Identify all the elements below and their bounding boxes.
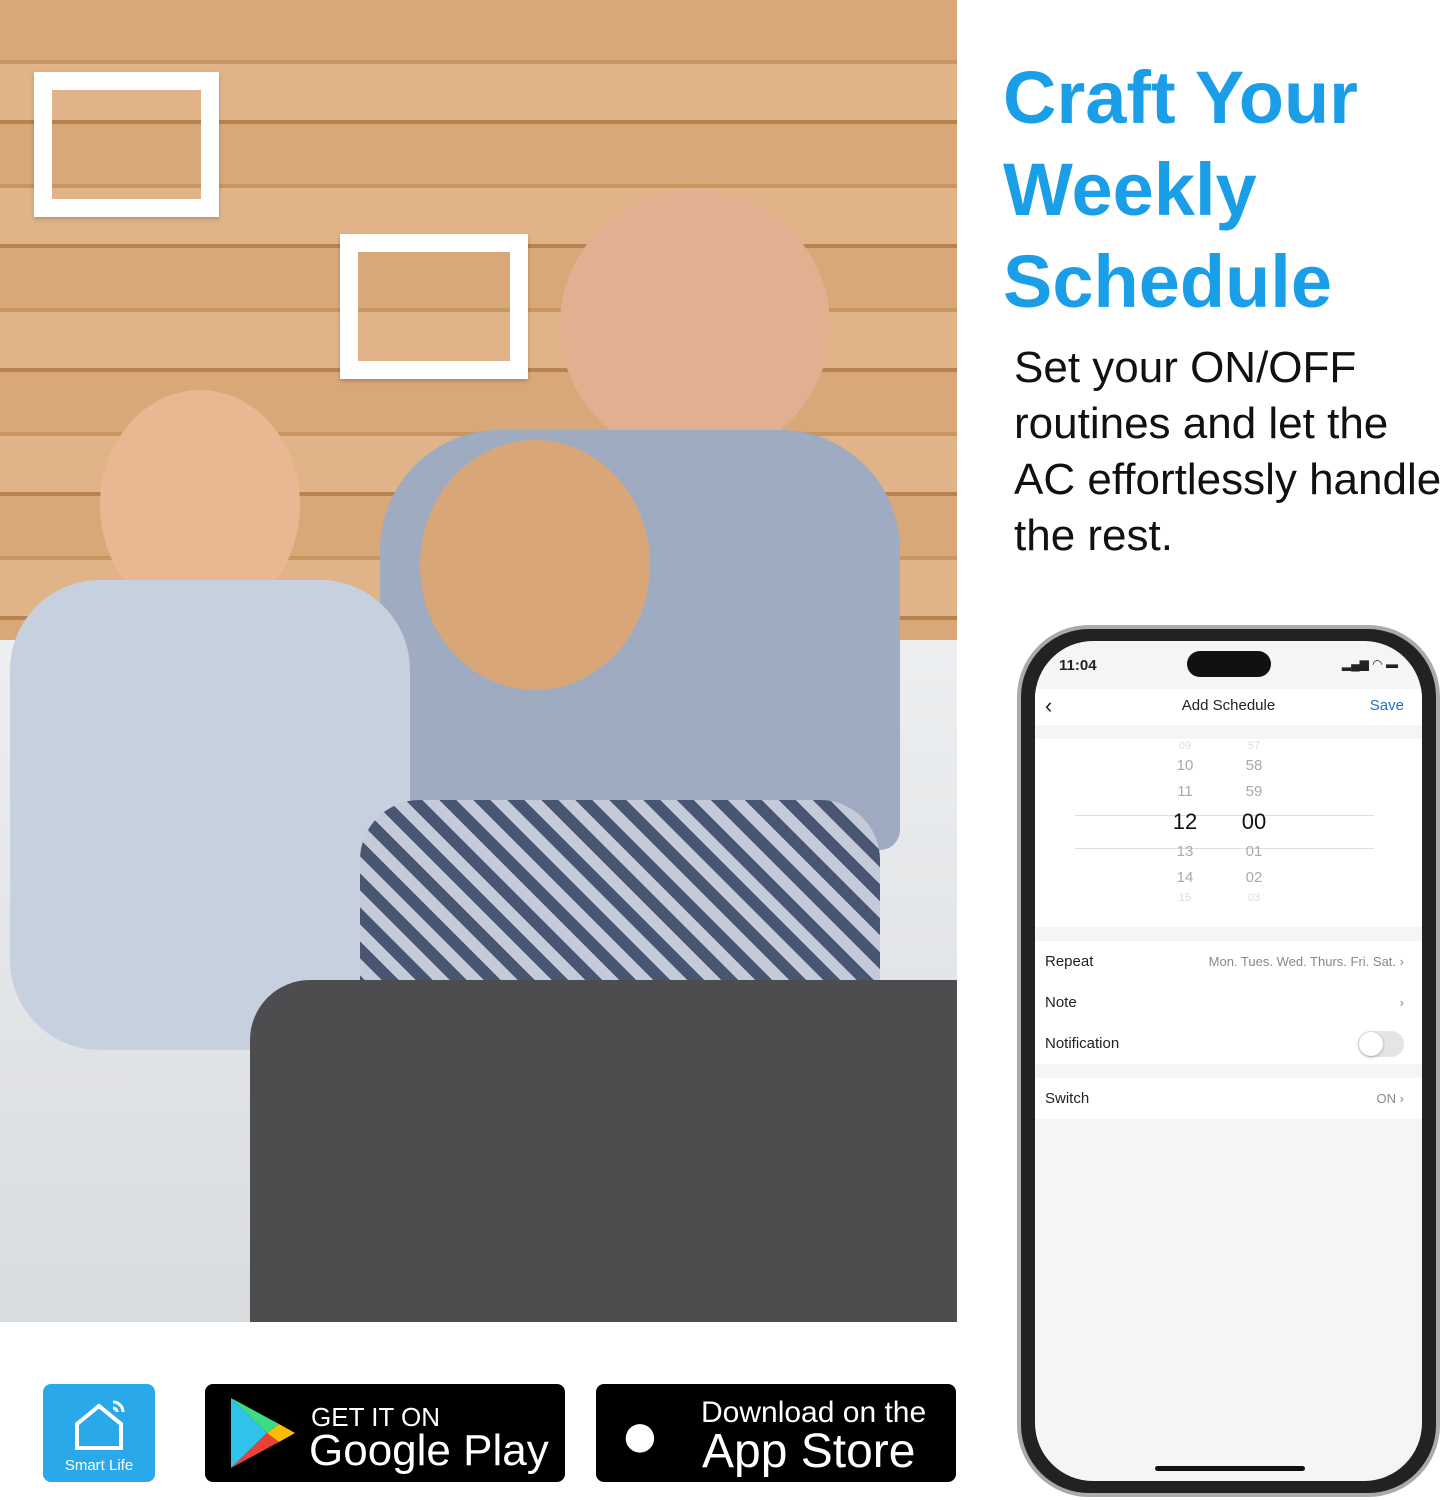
switch-value: ON	[1376, 1091, 1397, 1106]
repeat-value: Mon. Tues. Wed. Thurs. Fri. Sat.	[1208, 954, 1397, 969]
minute-option: 57	[1247, 740, 1261, 752]
app-store-badge[interactable]: ● Download on the App Store	[596, 1384, 956, 1482]
status-icons: ▂▄▆ ◠ ▬	[1341, 657, 1398, 671]
minute-option: 58	[1245, 757, 1263, 774]
phone-screen: 11:04 ▂▄▆ ◠ ▬ ‹ Add Schedule Save 09 10 …	[1035, 641, 1422, 1481]
note-row[interactable]: Note ›	[1035, 982, 1422, 1023]
minute-wheel[interactable]: 57 58 59 00 01 02 03	[1229, 739, 1279, 905]
hour-wheel[interactable]: 09 10 11 12 13 14 15	[1160, 739, 1210, 905]
family-photo	[0, 0, 957, 1322]
row-label: Notification	[1045, 1035, 1120, 1052]
headline-line: Schedule	[1003, 240, 1332, 323]
picker-selection-band	[1075, 815, 1374, 849]
hour-option: 13	[1176, 843, 1194, 860]
hour-selected: 12	[1172, 809, 1198, 834]
screen-title: Add Schedule	[1181, 697, 1276, 714]
repeat-row[interactable]: Repeat Mon. Tues. Wed. Thurs. Fri. Sat. ›	[1035, 941, 1422, 982]
chevron-right-icon: ›	[1399, 954, 1404, 969]
dynamic-island	[1187, 651, 1271, 677]
hour-option: 09	[1178, 740, 1192, 752]
hour-option: 10	[1176, 757, 1194, 774]
notification-toggle[interactable]	[1358, 1031, 1404, 1057]
settings-group: Repeat Mon. Tues. Wed. Thurs. Fri. Sat. ›…	[1035, 941, 1422, 1064]
status-time: 11:04	[1059, 657, 1097, 674]
blanket	[250, 980, 957, 1322]
row-label: Switch	[1045, 1090, 1090, 1107]
hour-option: 15	[1178, 892, 1192, 904]
chevron-right-icon: ›	[1399, 1091, 1404, 1106]
smart-life-label: Smart Life	[64, 1457, 134, 1474]
minute-selected: 00	[1241, 809, 1267, 834]
google-play-badge[interactable]: GET IT ON Google Play	[205, 1384, 565, 1482]
apple-icon: ●	[620, 1397, 660, 1471]
home-indicator	[1155, 1466, 1305, 1471]
house-wifi-icon	[75, 1400, 125, 1450]
headline-line: Craft Your	[1003, 56, 1358, 139]
headline: Craft Your Weekly Schedule	[1003, 52, 1358, 328]
woman-figure	[420, 440, 650, 690]
switch-group: Switch ON ›	[1035, 1078, 1422, 1119]
row-label: Repeat	[1045, 953, 1094, 970]
chevron-right-icon: ›	[1399, 995, 1404, 1010]
minute-option: 59	[1245, 783, 1263, 800]
row-label: Note	[1045, 994, 1077, 1011]
phone-mockup: 11:04 ▂▄▆ ◠ ▬ ‹ Add Schedule Save 09 10 …	[1017, 625, 1440, 1497]
save-button[interactable]: Save	[1370, 697, 1404, 714]
minute-option: 02	[1245, 869, 1263, 886]
wall-frame	[34, 72, 219, 217]
headline-line: Weekly	[1003, 148, 1257, 231]
minute-option: 01	[1245, 843, 1263, 860]
apple-main-text: App Store	[702, 1425, 916, 1478]
wall-frame	[340, 234, 528, 379]
minute-option: 03	[1247, 892, 1261, 904]
google-play-icon	[231, 1398, 295, 1468]
subtext: Set your ON/OFF routines and let the AC …	[1014, 343, 1442, 560]
time-picker[interactable]: 09 10 11 12 13 14 15 57 58 59 00 01 02 0…	[1035, 739, 1422, 927]
nav-bar: ‹ Add Schedule Save	[1035, 689, 1422, 725]
hour-option: 14	[1176, 869, 1194, 886]
switch-row[interactable]: Switch ON ›	[1035, 1078, 1422, 1119]
google-main-text: Google Play	[309, 1426, 549, 1475]
smart-life-badge[interactable]: Smart Life	[43, 1384, 155, 1482]
hour-option: 11	[1177, 783, 1193, 800]
notification-row: Notification	[1035, 1023, 1422, 1064]
man-figure	[560, 190, 830, 460]
